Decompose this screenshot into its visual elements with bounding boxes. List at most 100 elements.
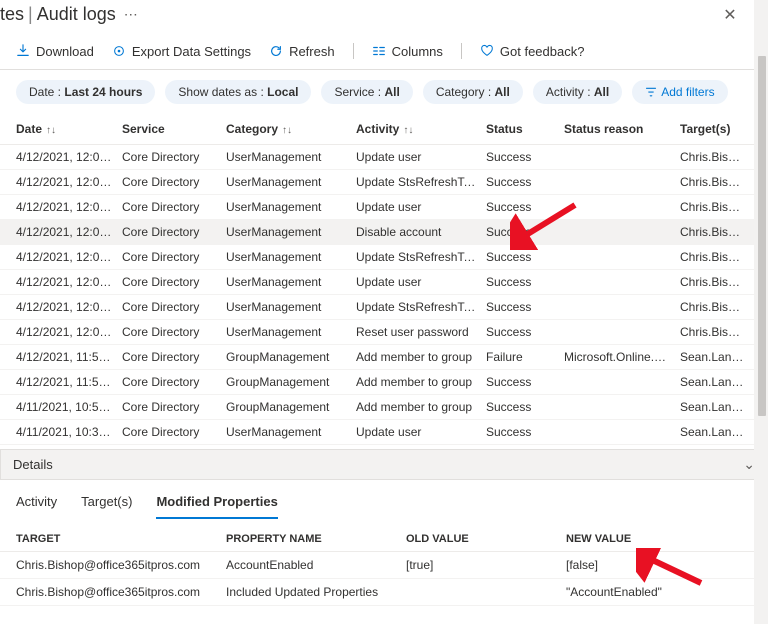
cell-reason	[564, 400, 680, 414]
refresh-icon	[269, 44, 283, 58]
cell-service: Core Directory	[122, 250, 226, 264]
cell-status: Success	[486, 200, 564, 214]
scrollbar-track[interactable]	[754, 0, 768, 624]
cell-service: Core Directory	[122, 200, 226, 214]
table-row[interactable]: 4/12/2021, 12:01:38 ...Core DirectoryUse…	[0, 295, 768, 320]
close-icon[interactable]: ✕	[720, 5, 740, 25]
cell-service: Core Directory	[122, 175, 226, 189]
cell-date: 4/11/2021, 10:50:24 ...	[16, 400, 122, 414]
breadcrumb-separator: |	[28, 4, 33, 25]
table-row[interactable]: 4/12/2021, 12:04:42 ...Core DirectoryUse…	[0, 145, 768, 170]
cell-category: UserManagement	[226, 275, 356, 289]
props-cell-old	[406, 585, 566, 599]
cell-status: Success	[486, 425, 564, 439]
cell-target: Sean.Landy@off	[680, 350, 752, 364]
props-body: Chris.Bishop@office365itpros.comAccountE…	[0, 552, 768, 606]
more-icon[interactable]: ⋯	[124, 6, 138, 23]
filter-category[interactable]: Category : All	[423, 80, 523, 104]
tab-activity[interactable]: Activity	[16, 494, 57, 519]
cell-date: 4/12/2021, 12:04:42 ...	[16, 175, 122, 189]
props-header: TARGET PROPERTY NAME OLD VALUE NEW VALUE	[0, 519, 768, 552]
props-cell-target: Chris.Bishop@office365itpros.com	[16, 558, 226, 572]
col-activity[interactable]: Activity↑↓	[356, 122, 486, 136]
cell-activity: Update user	[356, 200, 486, 214]
cell-service: Core Directory	[122, 375, 226, 389]
props-row[interactable]: Chris.Bishop@office365itpros.comIncluded…	[0, 579, 768, 606]
table-row[interactable]: 4/11/2021, 10:50:24 ...Core DirectoryGro…	[0, 395, 768, 420]
col-status-reason[interactable]: Status reason	[564, 122, 680, 136]
cell-category: GroupManagement	[226, 350, 356, 364]
filter-date[interactable]: Date : Last 24 hours	[16, 80, 155, 104]
cell-target: Chris.Bishop@of	[680, 250, 752, 264]
cell-date: 4/12/2021, 12:04:42 ...	[16, 225, 122, 239]
feedback-button[interactable]: Got feedback?	[480, 44, 585, 59]
download-button[interactable]: Download	[16, 44, 94, 59]
cell-activity: Update user	[356, 275, 486, 289]
cell-service: Core Directory	[122, 150, 226, 164]
table-row[interactable]: 4/12/2021, 12:04:42 ...Core DirectoryUse…	[0, 170, 768, 195]
col-targets[interactable]: Target(s)	[680, 122, 752, 136]
cell-activity: Add member to group	[356, 350, 486, 364]
feedback-label: Got feedback?	[500, 44, 585, 59]
export-button[interactable]: Export Data Settings	[112, 44, 251, 59]
cell-category: GroupManagement	[226, 400, 356, 414]
columns-button[interactable]: Columns	[372, 44, 443, 59]
cell-activity: Add member to group	[356, 375, 486, 389]
col-service[interactable]: Service	[122, 122, 226, 136]
cell-service: Core Directory	[122, 425, 226, 439]
props-col-target: TARGET	[16, 533, 226, 545]
col-category[interactable]: Category↑↓	[226, 122, 356, 136]
cell-category: UserManagement	[226, 200, 356, 214]
toolbar-separator	[461, 43, 462, 59]
add-filters-button[interactable]: Add filters	[632, 80, 727, 104]
cell-category: UserManagement	[226, 150, 356, 164]
table-row[interactable]: 4/12/2021, 12:01:39 ...Core DirectoryUse…	[0, 245, 768, 270]
col-date[interactable]: Date↑↓	[16, 122, 122, 136]
filter-activity[interactable]: Activity : All	[533, 80, 622, 104]
scrollbar-thumb[interactable]	[758, 56, 766, 416]
cell-status: Success	[486, 225, 564, 239]
tab-modified-properties[interactable]: Modified Properties	[156, 494, 277, 519]
cell-service: Core Directory	[122, 350, 226, 364]
cell-activity: Update StsRefreshTo...	[356, 250, 486, 264]
gear-icon	[112, 44, 126, 58]
cell-date: 4/12/2021, 12:04:42 ...	[16, 150, 122, 164]
cell-reason	[564, 325, 680, 339]
command-bar: Download Export Data Settings Refresh Co…	[0, 33, 768, 70]
cell-target: Sean.Landy@off	[680, 425, 752, 439]
details-expander[interactable]: Details ⌄	[0, 449, 768, 480]
cell-reason	[564, 225, 680, 239]
table-row[interactable]: 4/12/2021, 12:04:42 ...Core DirectoryUse…	[0, 220, 768, 245]
cell-category: GroupManagement	[226, 375, 356, 389]
table-row[interactable]: 4/12/2021, 11:57:22 ...Core DirectoryGro…	[0, 345, 768, 370]
props-row[interactable]: Chris.Bishop@office365itpros.comAccountE…	[0, 552, 768, 579]
filter-service[interactable]: Service : All	[321, 80, 412, 104]
cell-date: 4/11/2021, 10:32:23 ...	[16, 425, 122, 439]
refresh-button[interactable]: Refresh	[269, 44, 335, 59]
toolbar-separator	[353, 43, 354, 59]
table-row[interactable]: 4/12/2021, 12:01:38 ...Core DirectoryUse…	[0, 320, 768, 345]
cell-category: UserManagement	[226, 425, 356, 439]
table-row[interactable]: 4/11/2021, 10:32:23 ...Core DirectoryUse…	[0, 420, 768, 445]
table-row[interactable]: 4/12/2021, 12:04:42 ...Core DirectoryUse…	[0, 195, 768, 220]
cell-reason	[564, 200, 680, 214]
heart-icon	[480, 44, 494, 58]
cell-service: Core Directory	[122, 325, 226, 339]
cell-target: Chris.Bishop@of	[680, 300, 752, 314]
table-row[interactable]: 4/12/2021, 12:01:39 ...Core DirectoryUse…	[0, 270, 768, 295]
sort-icon: ↑↓	[403, 125, 413, 136]
cell-status: Success	[486, 275, 564, 289]
cell-activity: Update user	[356, 425, 486, 439]
col-status[interactable]: Status	[486, 122, 564, 136]
columns-label: Columns	[392, 44, 443, 59]
cell-target: Sean.Landy@off	[680, 375, 752, 389]
cell-date: 4/12/2021, 11:57:22 ...	[16, 350, 122, 364]
table-row[interactable]: 4/12/2021, 11:57:18 ...Core DirectoryGro…	[0, 370, 768, 395]
filter-icon	[645, 86, 657, 98]
cell-status: Success	[486, 150, 564, 164]
table-header: Date↑↓ Service Category↑↓ Activity↑↓ Sta…	[0, 116, 768, 145]
details-tabs: Activity Target(s) Modified Properties	[0, 480, 768, 519]
cell-activity: Update StsRefreshTo...	[356, 300, 486, 314]
filter-show-dates[interactable]: Show dates as : Local	[165, 80, 311, 104]
tab-targets[interactable]: Target(s)	[81, 494, 132, 519]
